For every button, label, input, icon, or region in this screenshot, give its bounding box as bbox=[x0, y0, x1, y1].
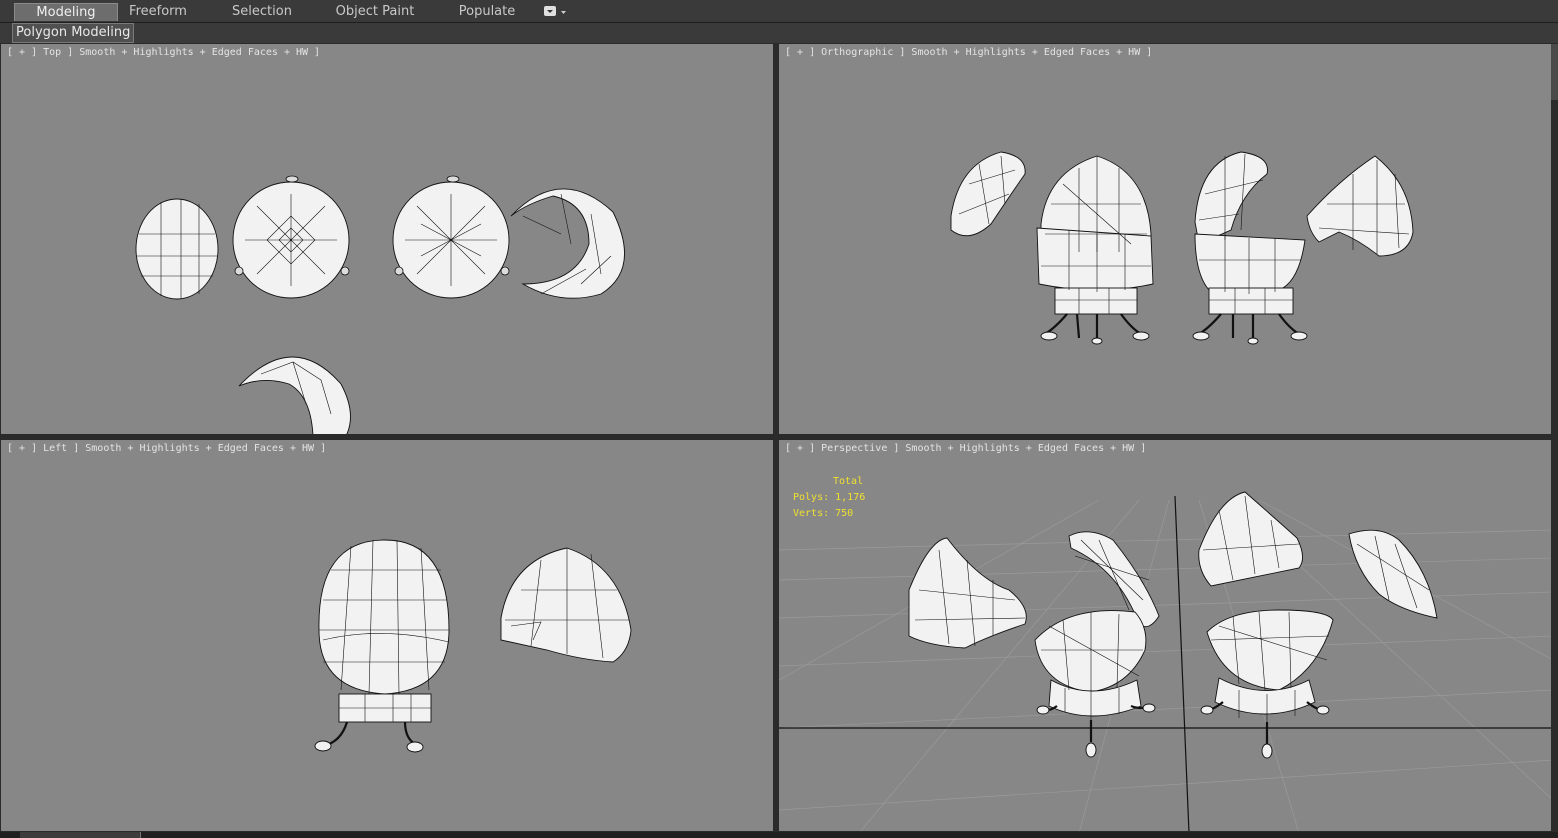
tab-freeform[interactable]: Freeform bbox=[120, 3, 196, 21]
viewport-top-label[interactable]: [ + ] Top ] Smooth + Highlights + Edged … bbox=[7, 47, 320, 58]
perspective-view-meshes bbox=[779, 491, 1551, 831]
tab-populate[interactable]: Populate bbox=[452, 3, 522, 21]
viewport-orthographic-label[interactable]: [ + ] Orthographic ] Smooth + Highlights… bbox=[785, 47, 1152, 58]
viewport-perspective-label[interactable]: [ + ] Perspective ] Smooth + Highlights … bbox=[785, 443, 1146, 454]
sub-ribbon: Polygon Modeling bbox=[0, 23, 1558, 43]
viewport-left-label[interactable]: [ + ] Left ] Smooth + Highlights + Edged… bbox=[7, 443, 326, 454]
viewport-left[interactable]: [ + ] Left ] Smooth + Highlights + Edged… bbox=[0, 439, 774, 832]
stats-verts: Verts: 750 bbox=[793, 508, 854, 519]
tab-selection[interactable]: Selection bbox=[222, 3, 302, 21]
stats-total-header: Total bbox=[833, 476, 864, 487]
ribbon-options-dropdown-icon[interactable] bbox=[544, 6, 568, 18]
tab-modeling[interactable]: Modeling bbox=[14, 3, 118, 21]
bottom-status-bar bbox=[0, 832, 1558, 838]
viewport-orthographic[interactable]: [ + ] Orthographic ] Smooth + Highlights… bbox=[778, 43, 1552, 435]
scene-statistics: Total Polys: 1,176 Verts: 750 bbox=[793, 474, 865, 522]
ribbon-tab-bar: Modeling Freeform Selection Object Paint… bbox=[0, 0, 1558, 23]
stats-polys: Polys: 1,176 bbox=[793, 492, 866, 503]
viewport-top[interactable]: [ + ] Top ] Smooth + Highlights + Edged … bbox=[0, 43, 774, 435]
left-view-meshes bbox=[314, 539, 632, 753]
polygon-modeling-panel[interactable]: Polygon Modeling bbox=[12, 23, 135, 43]
right-scrollbar[interactable] bbox=[1551, 44, 1558, 100]
bottom-field[interactable] bbox=[20, 832, 141, 838]
top-view-meshes bbox=[135, 175, 625, 434]
orthographic-view-meshes bbox=[950, 151, 1414, 345]
tab-object-paint[interactable]: Object Paint bbox=[330, 3, 420, 21]
viewport-perspective[interactable]: [ + ] Perspective ] Smooth + Highlights … bbox=[778, 439, 1552, 832]
